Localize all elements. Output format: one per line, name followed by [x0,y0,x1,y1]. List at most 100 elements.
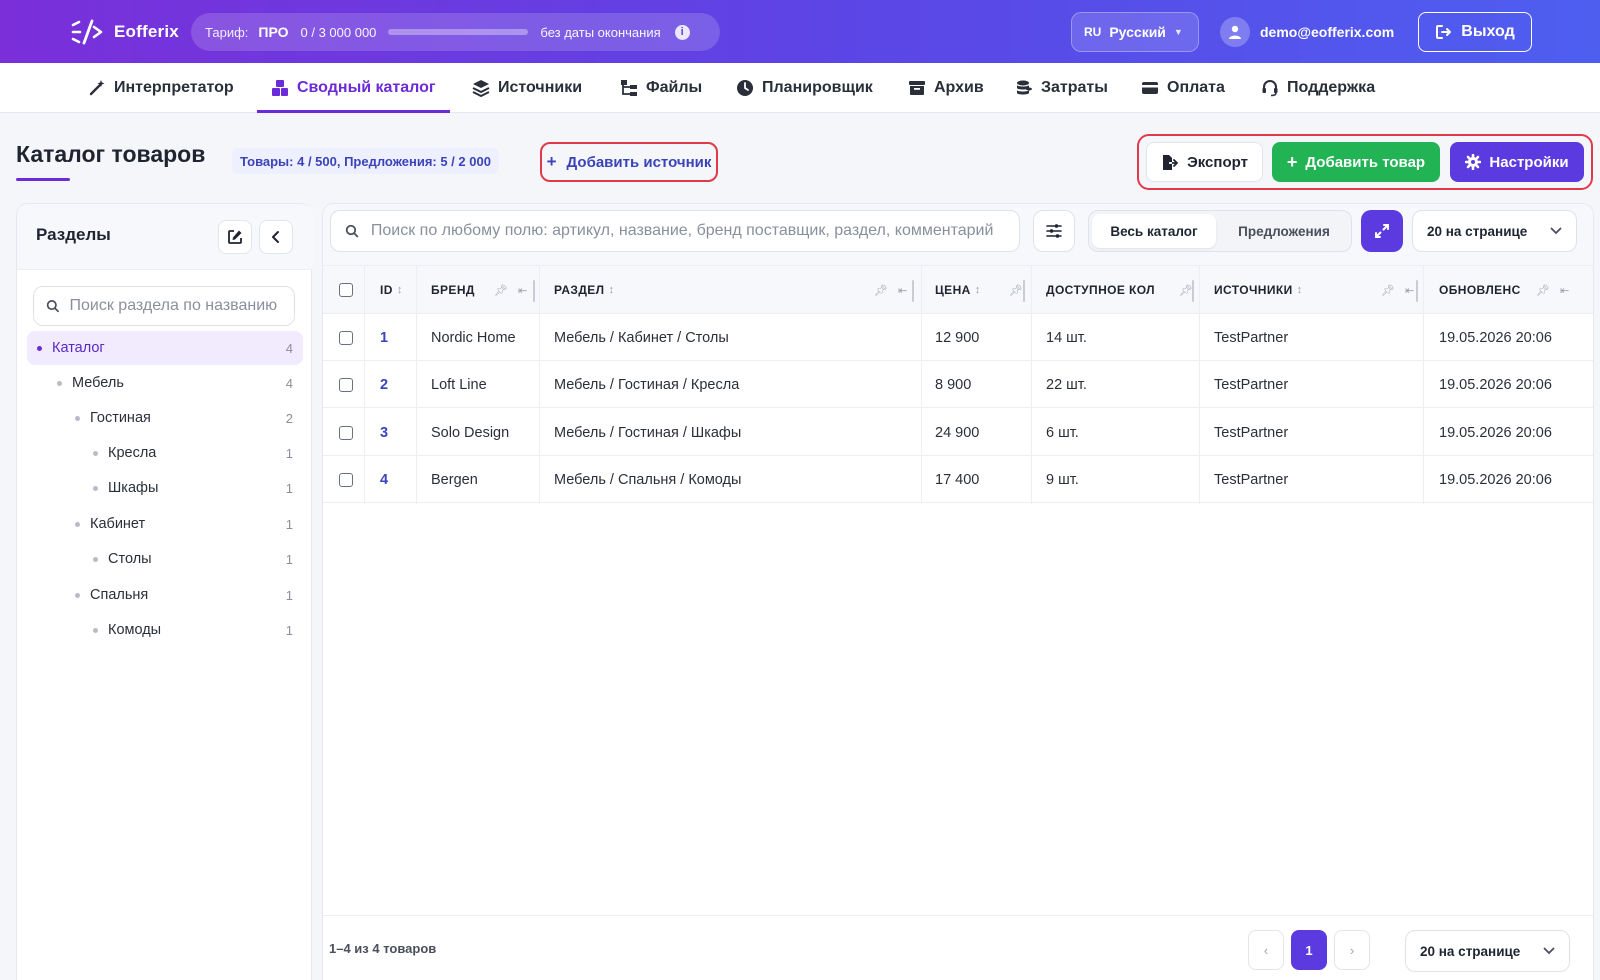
cell-id[interactable]: 2 [380,361,388,408]
tree-bullet [93,485,98,491]
sort-icon[interactable]: ↕ [1297,284,1303,296]
pin-icon[interactable]: 📌︎ [1381,284,1395,297]
catalog-search-input[interactable] [370,222,1005,240]
section-search[interactable] [33,286,295,326]
add-source-button[interactable]: + Добавить источник [540,142,718,182]
column-header-price[interactable]: ЦЕНА ↕ [935,266,981,314]
row-select [339,456,353,503]
pin-icon[interactable]: 📌︎ [874,284,888,297]
row-checkbox[interactable] [339,330,353,345]
cell-id[interactable]: 4 [380,456,388,503]
language-select[interactable]: RU Русский ▼ [1071,12,1199,52]
collapse-sidebar-button[interactable] [259,220,293,254]
add-product-button[interactable]: + Добавить товар [1272,142,1440,182]
tree-item[interactable]: Мебель 4 [27,366,303,400]
resize-icon[interactable]: ⇤ [518,284,527,297]
resize-icon[interactable]: ⇤ [1560,284,1569,297]
tab-offers[interactable]: Предложения [1220,214,1348,248]
nav-item-interpreter[interactable]: Интерпретатор [88,63,234,113]
expand-button[interactable] [1361,210,1403,252]
tree-item[interactable]: Комоды 1 [27,613,303,647]
per-page-select-footer[interactable]: 20 на странице [1405,930,1570,972]
column-header-updated[interactable]: ОБНОВЛЕНС [1439,266,1521,314]
column-resizer[interactable] [912,280,914,302]
nav-item-files[interactable]: Файлы [620,63,702,113]
page-button-1[interactable]: 1 [1291,930,1327,970]
settings-button[interactable]: Настройки [1450,142,1584,182]
pin-icon[interactable]: 📌︎ [1536,284,1550,297]
tree-label: Кресла [108,445,157,461]
nav-label: Сводный каталог [297,79,436,96]
pin-icon[interactable]: 📌︎ [1179,284,1193,297]
tariff-plan: ПРО [258,24,289,40]
resize-icon[interactable]: ⇤ [898,284,907,297]
column-header-section[interactable]: РАЗДЕЛ ↕ [554,266,614,314]
prev-page-button[interactable]: ‹ [1248,930,1284,970]
catalog-search[interactable] [330,210,1020,252]
nav-item-archive[interactable]: Архив [908,63,984,113]
sort-icon[interactable]: ↕ [975,284,981,296]
table-row[interactable]: 4 Bergen Мебель / Спальня / Комоды 17 40… [323,456,1593,503]
column-resizer[interactable] [533,280,535,302]
nav-label: Планировщик [762,79,873,96]
add-product-label: Добавить товар [1305,153,1426,171]
logout-button[interactable]: Выход [1418,12,1532,52]
resize-icon[interactable]: ⇤ [1405,284,1414,297]
edit-sections-button[interactable] [218,220,252,254]
table-row[interactable]: 3 Solo Design Мебель / Гостиная / Шкафы … [323,409,1593,456]
cell-source: TestPartner [1214,376,1289,393]
column-resizer[interactable] [1023,280,1025,302]
column-resizer[interactable] [1192,280,1194,302]
column-header-sources[interactable]: ИСТОЧНИКИ ↕ [1214,266,1303,314]
logo[interactable]: Eofferix [70,19,179,45]
nav-item-payment[interactable]: Оплата [1141,63,1225,113]
plus-icon: + [546,152,557,171]
tree-item[interactable]: Кабинет 1 [27,507,303,541]
tree-item[interactable]: Столы 1 [27,542,303,576]
column-header-quantity[interactable]: ДОСТУПНОЕ КОЛ [1046,266,1171,314]
nav-item-support[interactable]: Поддержка [1261,63,1375,113]
tree-item[interactable]: Шкафы 1 [27,471,303,505]
info-icon[interactable]: i [674,24,690,40]
row-checkbox[interactable] [339,377,353,392]
section-search-input[interactable] [69,297,282,315]
cell-id[interactable]: 3 [380,409,388,456]
nav-item-costs[interactable]: Затраты [1015,63,1108,113]
user-menu[interactable]: demo@eofferix.com [1220,17,1394,47]
pin-icon[interactable]: 📌︎ [1009,284,1023,297]
search-icon [345,224,359,238]
table-row[interactable]: 2 Loft Line Мебель / Гостиная / Кресла 8… [323,361,1593,408]
column-label: ДОСТУПНОЕ КОЛ [1046,283,1155,297]
column-header-brand[interactable]: БРЕНД [431,266,475,314]
per-page-select[interactable]: 20 на странице [1412,210,1577,252]
column-resizer[interactable] [1416,280,1418,302]
column-tools: 📌︎ ⇤ [1381,266,1414,314]
nav-item-sources[interactable]: Источники [472,63,582,113]
clock-icon [737,80,753,96]
export-button[interactable]: Экспорт [1146,142,1263,182]
column-header-id[interactable]: ID ↕ [380,266,403,314]
row-checkbox[interactable] [339,472,353,487]
pin-icon[interactable]: 📌︎ [494,284,508,297]
column-tools: 📌︎ [1179,266,1193,314]
tree-item[interactable]: Каталог 4 [27,331,303,365]
filter-button[interactable] [1033,210,1075,252]
cell-id[interactable]: 1 [380,314,388,361]
tree-item[interactable]: Гостиная 2 [27,401,303,435]
tree-count: 4 [285,375,293,391]
next-page-button[interactable]: › [1334,930,1370,970]
row-checkbox[interactable] [339,425,353,440]
nav-item-scheduler[interactable]: Планировщик [736,63,873,113]
cell-price: 24 900 [935,424,980,441]
page-title: Каталог товаров [16,141,206,167]
tree-item[interactable]: Кресла 1 [27,436,303,470]
cell-quantity: 22 шт. [1046,376,1087,393]
tree-item[interactable]: Спальня 1 [27,578,303,612]
sort-icon[interactable]: ↕ [609,284,615,296]
table-row[interactable]: 1 Nordic Home Мебель / Кабинет / Столы 1… [323,314,1593,361]
tree-label: Каталог [52,340,105,356]
sort-icon[interactable]: ↕ [397,284,403,296]
select-all-checkbox[interactable] [339,283,353,297]
nav-item-catalog[interactable]: Сводный каталог [257,63,450,113]
tab-all-catalog[interactable]: Весь каталог [1092,214,1216,248]
